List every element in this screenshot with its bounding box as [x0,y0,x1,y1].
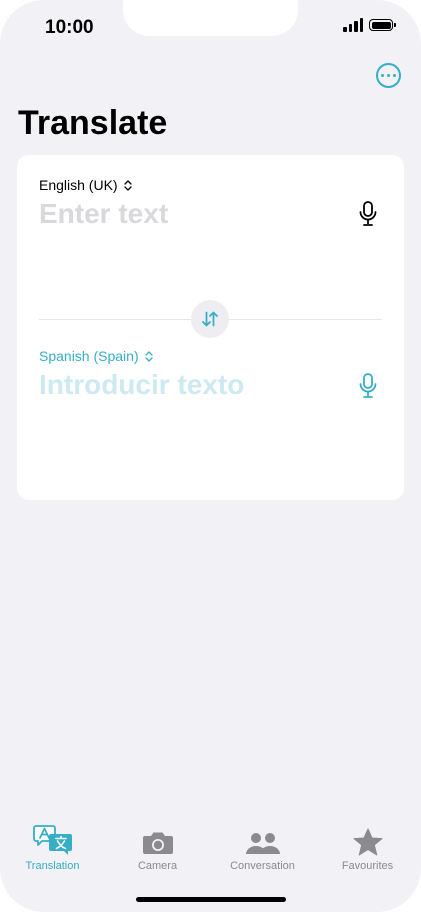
tab-favourites[interactable]: Favourites [315,820,420,872]
home-indicator [136,897,286,902]
tab-label: Favourites [341,860,394,872]
swap-arrows-icon [202,311,218,327]
status-indicators [343,18,396,32]
source-text-input[interactable] [39,198,339,230]
phone-screen: 10:00 Translate English (UK) Enter text … [0,0,421,912]
translation-card: English (UK) Spanish (Spain) [17,155,404,500]
tab-label: Conversation [230,860,295,872]
star-icon [353,828,382,856]
tab-bar: Translation Camera Conversation Favourit… [0,820,421,880]
tab-translation[interactable]: Translation [0,820,105,872]
tab-label: Camera [137,860,178,872]
tab-conversation[interactable]: Conversation [210,820,315,872]
battery-icon [369,19,396,31]
microphone-icon[interactable] [358,201,378,227]
chevron-up-down-icon [123,179,132,191]
microphone-icon[interactable] [358,373,378,399]
page-title: Translate [18,104,168,142]
signal-icon [343,18,363,32]
translate-icon [32,825,72,855]
notch [123,0,298,36]
tab-label: Translation [25,860,80,872]
tab-camera[interactable]: Camera [105,820,210,872]
people-icon [245,833,280,854]
target-text-input[interactable] [39,369,339,401]
source-language-label: English (UK) [39,177,118,193]
target-language-label: Spanish (Spain) [39,348,139,364]
target-language-selector[interactable]: Spanish (Spain) [39,348,153,364]
status-time: 10:00 [45,17,94,38]
camera-icon [142,832,173,854]
ellipsis-circle-icon[interactable] [376,63,401,88]
source-language-selector[interactable]: English (UK) [39,177,132,193]
chevron-up-down-icon [144,350,153,362]
swap-languages-button[interactable] [191,300,229,338]
